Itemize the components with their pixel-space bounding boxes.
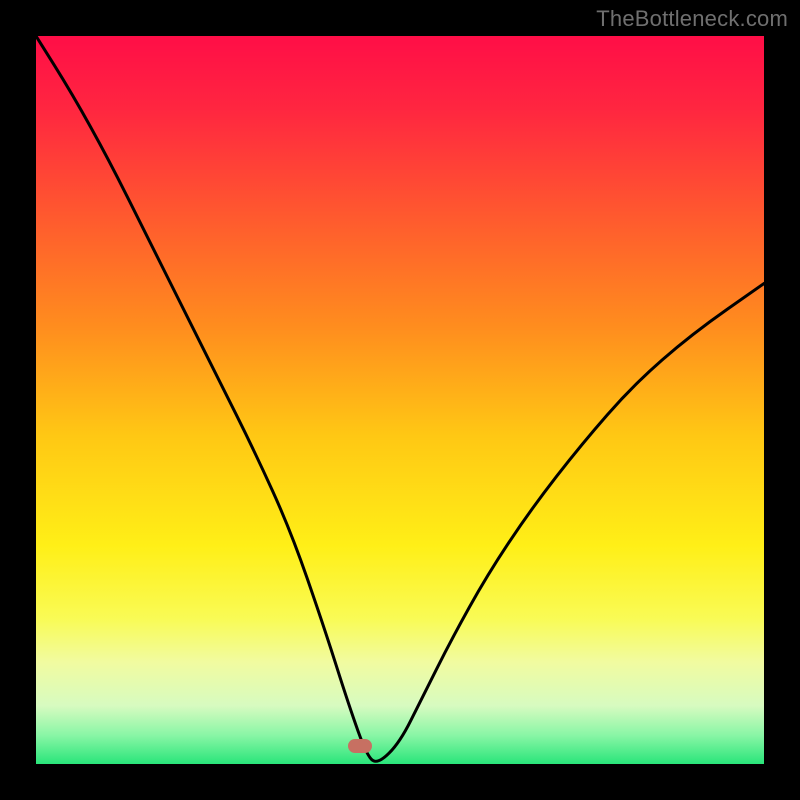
bottleneck-curve (36, 36, 764, 764)
chart-frame: TheBottleneck.com (0, 0, 800, 800)
optimum-marker (348, 739, 372, 753)
watermark-text: TheBottleneck.com (596, 6, 788, 32)
plot-area (36, 36, 764, 764)
